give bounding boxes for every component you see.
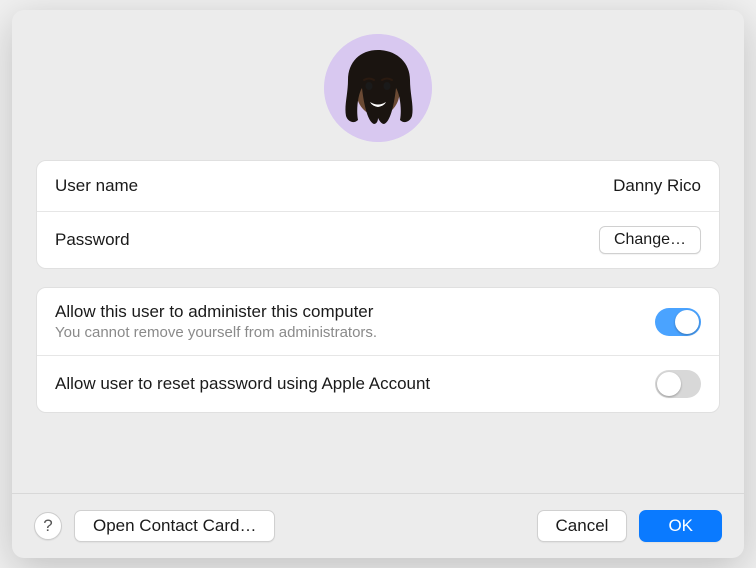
reset-password-toggle[interactable] (655, 370, 701, 398)
toggle-knob (675, 310, 699, 334)
avatar-memoji-icon (324, 34, 432, 142)
ok-button[interactable]: OK (639, 510, 722, 542)
admin-row: Allow this user to administer this compu… (37, 288, 719, 355)
help-button[interactable]: ? (34, 512, 62, 540)
avatar-container (36, 34, 720, 142)
username-label: User name (55, 176, 138, 196)
password-label: Password (55, 230, 130, 250)
admin-text: Allow this user to administer this compu… (55, 302, 377, 341)
dialog-content: User name Danny Rico Password Change… Al… (12, 10, 744, 493)
cancel-button[interactable]: Cancel (537, 510, 628, 542)
open-contact-card-button[interactable]: Open Contact Card… (74, 510, 275, 542)
username-row: User name Danny Rico (37, 161, 719, 211)
user-settings-dialog: User name Danny Rico Password Change… Al… (12, 10, 744, 558)
reset-password-row: Allow user to reset password using Apple… (37, 355, 719, 412)
permissions-section: Allow this user to administer this compu… (36, 287, 720, 413)
password-row: Password Change… (37, 211, 719, 268)
admin-sublabel: You cannot remove yourself from administ… (55, 324, 377, 341)
admin-label: Allow this user to administer this compu… (55, 302, 377, 322)
reset-password-label: Allow user to reset password using Apple… (55, 374, 430, 394)
admin-toggle[interactable] (655, 308, 701, 336)
dialog-footer: ? Open Contact Card… Cancel OK (12, 493, 744, 558)
user-avatar[interactable] (324, 34, 432, 142)
username-value: Danny Rico (613, 176, 701, 196)
toggle-knob (657, 372, 681, 396)
user-info-section: User name Danny Rico Password Change… (36, 160, 720, 269)
change-password-button[interactable]: Change… (599, 226, 701, 254)
